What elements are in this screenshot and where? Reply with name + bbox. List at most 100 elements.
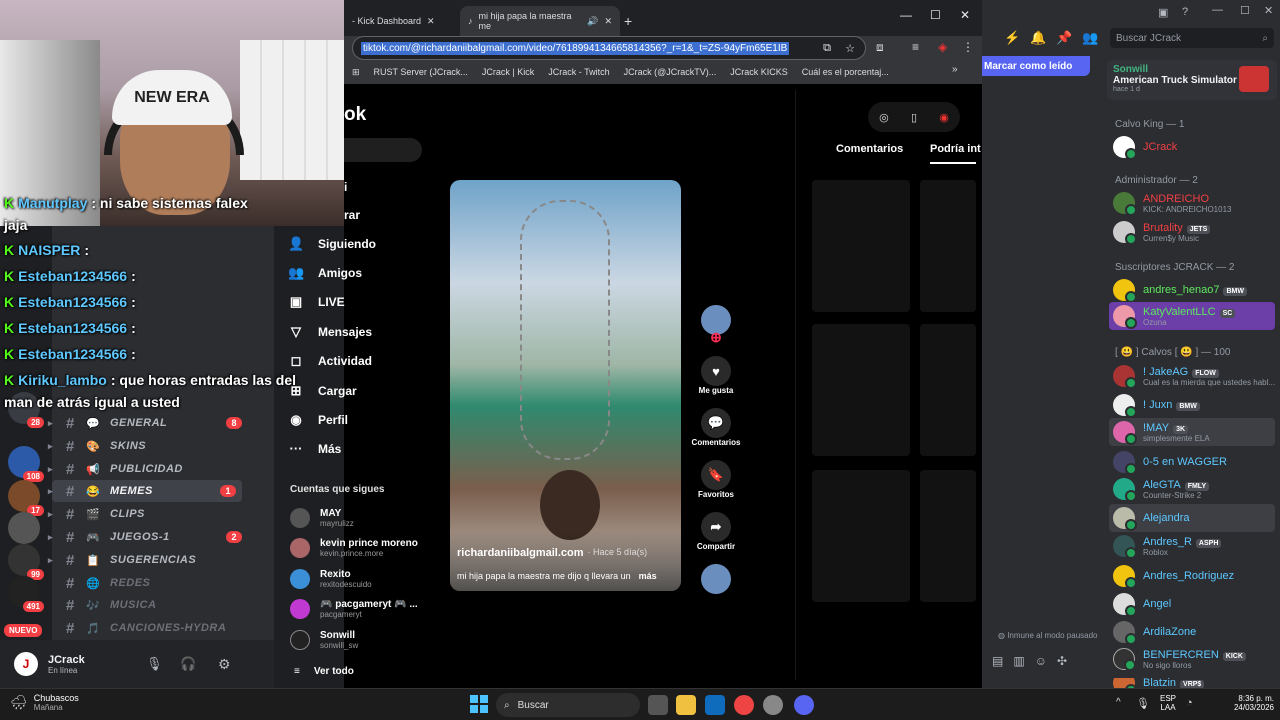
headphones-icon[interactable]: 🎧 bbox=[180, 656, 196, 672]
weather-widget[interactable]: 🌧 Chubascos Mañana bbox=[10, 693, 79, 712]
channel-canciones[interactable]: # 🎵 CANCIONES-HYDRA bbox=[52, 617, 274, 639]
pin-icon[interactable]: 📌 bbox=[1056, 30, 1072, 46]
address-bar[interactable]: tiktok.com/@richardaniibalgmail.com/vide… bbox=[352, 36, 866, 60]
channel-sugerencias[interactable]: ▸ # 📋 SUGERENCIAS bbox=[48, 549, 274, 571]
clock[interactable]: 8:36 p. m. 24/03/2026 bbox=[1212, 694, 1274, 712]
server-icon[interactable]: 17 bbox=[8, 480, 44, 516]
account-item[interactable]: Sonwill sonwill_sw bbox=[290, 630, 358, 650]
channel-juegos[interactable]: ▸ # 🎮 JUEGOS-1 2 bbox=[48, 526, 274, 548]
taskbar-search[interactable]: ⌕ Buscar bbox=[496, 693, 640, 717]
task-view-icon[interactable] bbox=[648, 695, 668, 715]
inbox-icon[interactable]: ▣ bbox=[1158, 6, 1168, 19]
close-icon[interactable]: ✕ bbox=[604, 16, 612, 27]
new-tab-button[interactable]: + bbox=[616, 6, 640, 36]
member-andres-henao[interactable]: andres_henao7 BMW bbox=[1113, 279, 1247, 303]
member-katyvalent[interactable]: KatyValentLLC SC Ozuna bbox=[1109, 302, 1275, 330]
nav-live[interactable]: ▣ LIVE bbox=[288, 294, 345, 310]
nav-mensajes[interactable]: ▽ Mensajes bbox=[288, 324, 372, 340]
windows-start-icon[interactable] bbox=[470, 695, 488, 713]
members-icon[interactable]: 👥 bbox=[1082, 30, 1098, 46]
video-player[interactable]: richardaniibalgmail.com · Hace 5 día(s) m… bbox=[450, 180, 681, 591]
account-item[interactable]: 🎮 pacgameryt 🎮 ... pacgameryt bbox=[290, 599, 418, 619]
channel-general[interactable]: ▸ # 💬 GENERAL 8 bbox=[48, 412, 274, 434]
member-item[interactable]: ! Juxn BMW bbox=[1113, 394, 1200, 418]
nav-amigos[interactable]: 👥 Amigos bbox=[288, 265, 362, 281]
video-author[interactable]: richardaniibalgmail.com bbox=[457, 547, 584, 559]
music-disc[interactable] bbox=[700, 564, 732, 594]
nav-actividad[interactable]: ◻ Actividad bbox=[288, 353, 372, 369]
favorites-button[interactable]: 🔖 Favoritos bbox=[694, 460, 738, 499]
account-item[interactable]: Rexito rexitodescuido bbox=[290, 569, 372, 589]
star-icon[interactable]: ☆ bbox=[845, 42, 855, 55]
new-servers-badge[interactable]: NUEVO bbox=[4, 624, 43, 637]
creator-avatar[interactable]: ⊕ bbox=[700, 305, 732, 346]
discord-icon[interactable] bbox=[794, 695, 814, 715]
avatar[interactable]: J bbox=[14, 652, 38, 676]
follow-plus-icon[interactable]: ⊕ bbox=[710, 329, 722, 346]
channel-musica[interactable]: # 🎶 MUSICA bbox=[52, 594, 274, 616]
member-item[interactable]: Angel bbox=[1113, 593, 1171, 617]
chrome-icon[interactable] bbox=[734, 695, 754, 715]
bookmark-rust[interactable]: RUST Server (JCrack... bbox=[374, 67, 468, 77]
nav-partial-label[interactable]: rar bbox=[344, 208, 360, 222]
tab-tiktok-video[interactable]: ♪ mi hija papa la maestra me 🔊 ✕ bbox=[460, 6, 620, 36]
gif-icon[interactable]: ▤ bbox=[992, 654, 1003, 674]
comments-button[interactable]: 💬 Comentarios bbox=[688, 408, 744, 447]
member-item[interactable]: ArdilaZone bbox=[1113, 621, 1196, 645]
tiktok-logo[interactable]: ok bbox=[344, 104, 366, 126]
search-input[interactable] bbox=[344, 138, 422, 162]
search-input[interactable]: Buscar JCrack ⌕ bbox=[1110, 28, 1274, 48]
menu-icon[interactable]: ⋮ bbox=[962, 40, 974, 54]
bell-icon[interactable]: 🔔 bbox=[1030, 30, 1046, 46]
more-bookmarks-icon[interactable]: » bbox=[952, 64, 958, 75]
apps-icon[interactable]: ⊞ bbox=[352, 67, 360, 78]
channel-publicidad[interactable]: ▸ # 📢 PUBLICIDAD bbox=[48, 458, 274, 480]
account-item[interactable]: MAY mayrulizz bbox=[290, 508, 354, 528]
mic-icon[interactable]: 🎙 bbox=[146, 656, 163, 672]
bookmark-kicks[interactable]: JCrack KICKS bbox=[730, 67, 788, 77]
close-icon[interactable]: ✕ bbox=[1264, 4, 1273, 17]
minimize-icon[interactable]: — bbox=[900, 8, 912, 22]
tab-kick-dashboard[interactable]: - Kick Dashboard ✕ bbox=[344, 6, 454, 36]
mic-icon[interactable]: 🎙 bbox=[1136, 697, 1150, 710]
channel-clips[interactable]: ▸ # 🎬 CLIPS bbox=[48, 503, 274, 525]
nav-partial-label[interactable]: i bbox=[344, 180, 347, 194]
close-icon[interactable]: ✕ bbox=[427, 16, 435, 27]
media-icon[interactable]: ≡ bbox=[912, 40, 919, 54]
language-indicator[interactable]: ESP LAA bbox=[1160, 694, 1176, 712]
nav-siguiendo[interactable]: 👤 Siguiendo bbox=[288, 236, 376, 252]
threads-icon[interactable]: ⚡ bbox=[1004, 30, 1020, 46]
sticker-icon[interactable]: ▥ bbox=[1013, 654, 1024, 674]
member-brutality[interactable]: Brutality JETS Curren$y Music bbox=[1113, 221, 1211, 245]
server-icon[interactable]: 108 bbox=[8, 446, 44, 482]
activity-card[interactable]: Sonwill American Truck Simulator hace 1 … bbox=[1107, 60, 1277, 100]
gear-icon[interactable]: ⚙ bbox=[218, 656, 231, 673]
channel-redes[interactable]: # 🌐 REDES bbox=[52, 572, 274, 594]
bookmark-porcentaje[interactable]: Cuál es el porcentaj... bbox=[802, 67, 889, 77]
see-all-link[interactable]: ≡ Ver todo bbox=[294, 666, 354, 677]
apps-icon[interactable]: ✣ bbox=[1057, 654, 1067, 674]
compass-icon[interactable]: ◎ bbox=[879, 111, 889, 124]
member-item[interactable]: 0-5 en WAGGER bbox=[1113, 451, 1227, 475]
server-icon[interactable] bbox=[8, 512, 40, 544]
bookmark-kick[interactable]: JCrack | Kick bbox=[482, 67, 534, 77]
nav-perfil[interactable]: ◉ Perfil bbox=[288, 412, 348, 428]
bookmark-twitch[interactable]: JCrack - Twitch bbox=[548, 67, 609, 77]
minimize-icon[interactable]: — bbox=[1212, 4, 1223, 16]
cast-icon[interactable]: ⧉ bbox=[823, 42, 831, 55]
app-icon[interactable] bbox=[763, 695, 783, 715]
share-button[interactable]: ➦ Compartir bbox=[694, 512, 738, 551]
device-icon[interactable]: ▯ bbox=[911, 111, 917, 124]
file-explorer-icon[interactable] bbox=[676, 695, 696, 715]
maximize-icon[interactable]: ☐ bbox=[930, 8, 941, 22]
member-item[interactable]: AleGTA FMLY Counter-Strike 2 bbox=[1113, 478, 1210, 502]
member-item[interactable]: BENFERCREN KICK No sigo lloros bbox=[1113, 648, 1246, 671]
user-avatar-icon[interactable]: ◉ bbox=[939, 111, 949, 124]
channel-skins[interactable]: ▸ # 🎨 SKINS bbox=[48, 435, 274, 457]
nav-mas[interactable]: ··· Más bbox=[288, 441, 342, 456]
member-item[interactable]: Andres_R ASPH Roblox bbox=[1113, 535, 1222, 559]
maximize-icon[interactable]: ☐ bbox=[1240, 4, 1250, 17]
member-jcrack[interactable]: JCrack bbox=[1113, 136, 1177, 160]
extensions-icon[interactable]: ⧈ bbox=[876, 40, 884, 55]
tab-podria-interesar[interactable]: Podría int bbox=[930, 143, 981, 155]
